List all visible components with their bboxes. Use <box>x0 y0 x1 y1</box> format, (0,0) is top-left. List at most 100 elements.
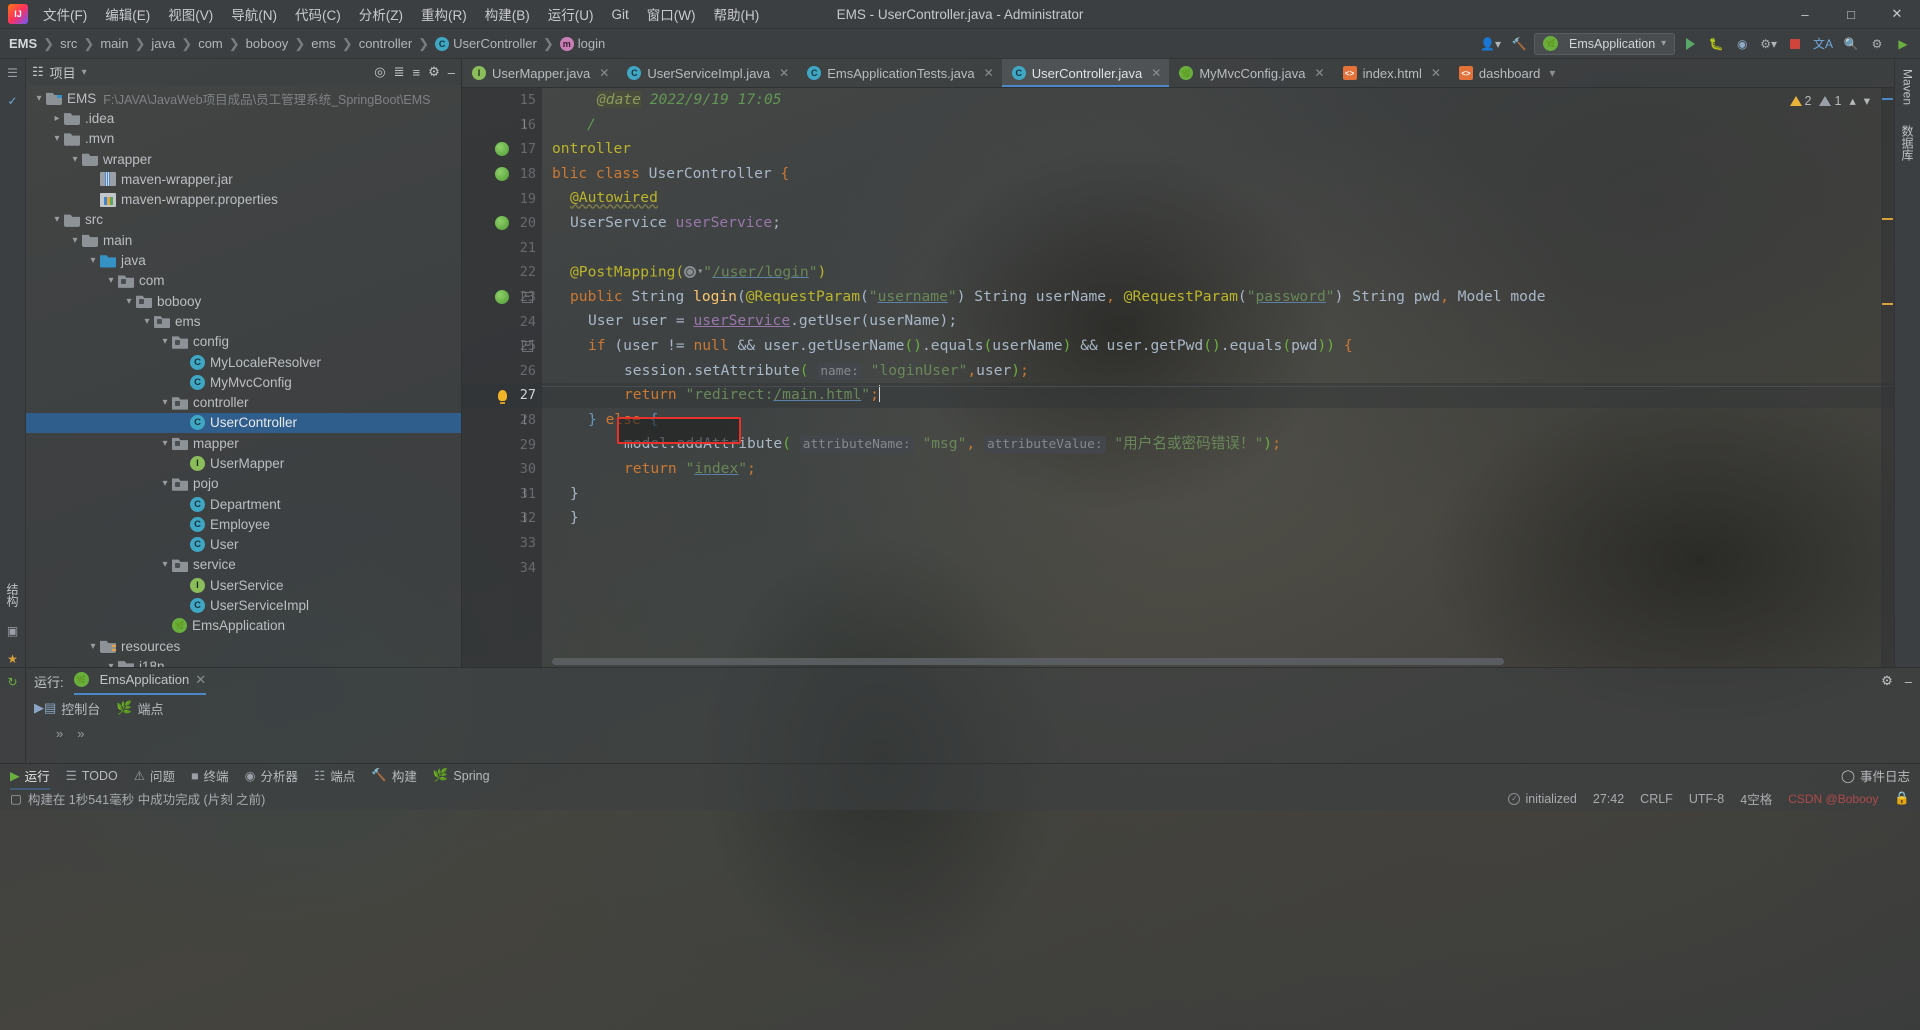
code-line-28[interactable]: } else { <box>542 408 1894 433</box>
gutter-line-33[interactable]: 33 <box>462 531 542 556</box>
inspection-summary[interactable]: 2 1 ▴ ▾ <box>1789 93 1870 108</box>
mapping-globe-icon[interactable] <box>684 266 697 279</box>
code-line-26[interactable]: session.setAttribute( name: "loginUser",… <box>542 359 1894 384</box>
chevron-down-icon[interactable]: ▾ <box>122 296 136 307</box>
tree-node-src[interactable]: ▾ src <box>26 210 461 230</box>
menu-code[interactable]: 代码(C) <box>286 0 350 28</box>
tree-node-ems[interactable]: ▾ EMS F:\JAVA\JavaWeb项目成品\员工管理系统_SpringBoo… <box>26 88 461 108</box>
close-icon[interactable]: ✕ <box>1315 66 1325 80</box>
code-line-34[interactable] <box>542 555 1894 580</box>
intention-bulb-icon[interactable] <box>494 387 510 404</box>
status-tab-problems[interactable]: ⚠ 问题 <box>134 766 175 785</box>
tree-node-user[interactable]: C User <box>26 535 461 555</box>
gutter-line-20[interactable]: 20 <box>462 211 542 236</box>
editor-tab-index-html[interactable]: <> index.html ✕ <box>1333 59 1449 87</box>
tree-node-mapper[interactable]: ▾ mapper <box>26 433 461 453</box>
code-line-21[interactable] <box>542 236 1894 261</box>
tree-node-mymvcconfig[interactable]: C MyMvcConfig <box>26 372 461 392</box>
chevron-down-icon[interactable]: ▾ <box>140 316 154 327</box>
chevron-down-icon[interactable]: ▾ <box>32 93 46 104</box>
warning-count[interactable]: 2 <box>1789 94 1811 108</box>
expand-icon[interactable]: ≡ <box>413 65 421 80</box>
tree-node-maven-wrapper-jar[interactable]: maven-wrapper.jar <box>26 169 461 189</box>
fold-collapse-icon[interactable]: − <box>522 340 533 352</box>
tree-node-java[interactable]: ▾ java <box>26 250 461 270</box>
maximize-icon[interactable]: □ <box>1828 0 1874 29</box>
chevron-down-icon[interactable]: ▾ <box>158 336 172 347</box>
user-icon[interactable]: 👤▾ <box>1477 33 1504 55</box>
profile-icon[interactable]: ⚙▾ <box>1757 33 1780 55</box>
status-tab-todo[interactable]: ☰ TODO <box>66 768 118 784</box>
code-line-23[interactable]: public String login(@RequestParam("usern… <box>542 285 1894 310</box>
translate-icon[interactable]: 文A <box>1810 33 1836 55</box>
tree-node-wrapper[interactable]: ▾ wrapper <box>26 149 461 169</box>
chevron-down-icon[interactable]: ▾ <box>50 133 64 144</box>
minimize-icon[interactable]: – <box>448 65 455 80</box>
initialized-status[interactable]: ✓ initialized <box>1508 792 1577 806</box>
code-line-30[interactable]: return "index"; <box>542 457 1894 482</box>
search-icon[interactable]: 🔍 <box>1840 33 1862 55</box>
update-icon[interactable]: ▶ <box>1892 33 1914 55</box>
console-tab[interactable]: ▶▤ 控制台 <box>34 699 100 718</box>
maven-tab[interactable]: Maven <box>1899 65 1917 109</box>
chevron-down-icon[interactable]: ▾ <box>50 214 64 225</box>
tree-node-mvn[interactable]: ▾ .mvn <box>26 129 461 149</box>
editor-tab-emsapplicationtests-java[interactable]: C EmsApplicationTests.java ✕ <box>797 59 1001 87</box>
status-tab-spring[interactable]: 🌿 Spring <box>433 768 490 783</box>
breadcrumb-ems[interactable]: EMS <box>6 34 40 53</box>
menu-edit[interactable]: 编辑(E) <box>96 0 159 28</box>
menu-analyze[interactable]: 分析(Z) <box>350 0 412 28</box>
close-icon[interactable]: ✕ <box>1151 66 1161 80</box>
chevron-double-right-icon[interactable]: » <box>56 726 63 741</box>
gear-icon[interactable]: ⚙ <box>1881 673 1893 689</box>
chevron-down-icon[interactable]: ▾ <box>158 478 172 489</box>
editor-tabs[interactable]: I UserMapper.java ✕ C UserServiceImpl.java ✕ C… <box>462 59 1894 88</box>
tree-node-usermapper[interactable]: I UserMapper <box>26 453 461 473</box>
gutter-line-19[interactable]: 19 <box>462 186 542 211</box>
line-separator[interactable]: CRLF <box>1640 792 1673 806</box>
tree-node-employee[interactable]: C Employee <box>26 514 461 534</box>
editor-tab-mymvcconfig-java[interactable]: 🌿 MyMvcConfig.java ✕ <box>1169 59 1332 87</box>
breadcrumb-main[interactable]: main <box>97 34 131 53</box>
chevron-down-icon[interactable]: ▾ <box>1549 66 1555 80</box>
editor-gutter[interactable]: 15 ⌊ 16 17 18 19 20 21 22−23 24−25 26 27 ⌊ 28 29 30 ⌊ 31 ⌊… <box>462 88 542 667</box>
code-line-19[interactable]: @Autowired <box>542 186 1894 211</box>
menu-refactor[interactable]: 重构(R) <box>412 0 476 28</box>
code-line-16[interactable]: / <box>542 113 1894 138</box>
tree-node-bobooy[interactable]: ▾ bobooy <box>26 291 461 311</box>
code-line-22[interactable]: @PostMapping(▾ "/user/login") <box>542 260 1894 285</box>
run-icon[interactable] <box>1679 33 1701 55</box>
target-icon[interactable]: ◎ <box>374 64 385 80</box>
horizontal-scrollbar[interactable] <box>552 658 1874 665</box>
close-icon[interactable]: ✕ <box>1874 0 1920 29</box>
breadcrumb-controller[interactable]: controller <box>356 34 415 53</box>
stop-icon[interactable] <box>1784 33 1806 55</box>
gutter-line-34[interactable]: 34 <box>462 555 542 580</box>
inspection-scrollbar[interactable] <box>1881 88 1894 667</box>
gutter-line-15[interactable]: 15 <box>462 88 542 113</box>
code-editor[interactable]: 15 ⌊ 16 17 18 19 20 21 22−23 24−25 26 27 ⌊ 28 29 30 ⌊ 31 ⌊… <box>462 88 1894 667</box>
tree-node-resources[interactable]: ▾ resources <box>26 636 461 656</box>
close-icon[interactable]: ✕ <box>195 672 206 688</box>
file-encoding[interactable]: UTF-8 <box>1689 792 1724 806</box>
event-log-tab[interactable]: ◯ 事件日志 <box>1841 766 1910 785</box>
gutter-line-25[interactable]: −25 <box>462 334 542 359</box>
gear-icon[interactable]: ⚙ <box>428 64 440 80</box>
breadcrumb-com[interactable]: com <box>195 34 226 53</box>
spring-gutter-icon[interactable] <box>494 166 510 182</box>
chevron-down-icon[interactable]: ▾ <box>104 275 118 286</box>
gutter-line-28[interactable]: ⌊ 28 <box>462 408 542 433</box>
lock-icon[interactable]: 🔒 <box>1894 791 1910 806</box>
breadcrumb-usercontroller[interactable]: C UserController <box>432 34 540 53</box>
fold-end-icon[interactable]: ⌊ <box>522 513 533 524</box>
close-icon[interactable]: ✕ <box>599 66 609 80</box>
gutter-line-32[interactable]: ⌊ 32 <box>462 506 542 531</box>
chevron-right-icon[interactable]: ▸ <box>50 113 64 124</box>
tree-node-maven-wrapper-properties[interactable]: maven-wrapper.properties <box>26 189 461 209</box>
tree-node-idea[interactable]: ▸ .idea <box>26 108 461 128</box>
tree-node-controller[interactable]: ▾ controller <box>26 392 461 412</box>
status-tab-run[interactable]: ▶ 运行 <box>10 766 50 790</box>
tree-node-i18n[interactable]: ▾ i18n <box>26 656 461 667</box>
caret-position[interactable]: 27:42 <box>1593 792 1624 806</box>
close-icon[interactable]: ✕ <box>779 66 789 80</box>
